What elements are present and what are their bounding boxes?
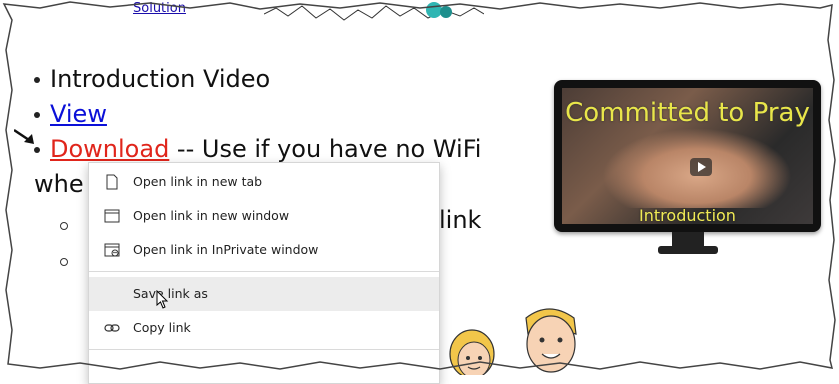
menu-item-label: Open link in new tab: [133, 174, 263, 189]
inprivate-window-icon: [104, 243, 120, 257]
document-page: Solution Introduction Video View Downloa…: [14, 0, 829, 384]
sub-bullet: [60, 222, 68, 230]
cartoon-people-image: [449, 308, 577, 375]
when-text: whe: [34, 170, 84, 198]
new-window-icon: [104, 209, 120, 223]
menu-item-label: Save link as: [133, 286, 208, 301]
context-menu: Open link in new tab Open link in new wi…: [88, 162, 440, 384]
video-thumbnail[interactable]: Committed to Pray Introduction: [554, 80, 821, 258]
intro-video-text: Introduction Video: [50, 65, 271, 93]
download-link[interactable]: Download: [50, 135, 169, 163]
menu-item-label: Open link in InPrivate window: [133, 242, 319, 257]
menu-separator: [89, 271, 439, 272]
monitor-screen: Committed to Pray Introduction: [554, 80, 821, 232]
sub-bullet: [60, 258, 68, 266]
menu-separator: [89, 349, 439, 350]
view-link[interactable]: View: [50, 100, 107, 128]
menu-item-open-new-window[interactable]: Open link in new window: [89, 199, 439, 233]
list-item-intro-video: Introduction Video: [34, 62, 481, 97]
list-item-view: View: [34, 97, 481, 132]
banner-decoration: [264, 2, 484, 21]
play-icon[interactable]: [690, 158, 712, 176]
menu-item-open-inprivate[interactable]: Open link in InPrivate window: [89, 233, 439, 267]
menu-item-open-new-tab[interactable]: Open link in new tab: [89, 165, 439, 199]
video-frame: Committed to Pray Introduction: [562, 88, 813, 224]
menu-item-copy-link[interactable]: Copy link: [89, 311, 439, 345]
new-tab-icon: [106, 174, 118, 190]
menu-item-save-link-as[interactable]: Save link as: [89, 277, 439, 311]
video-subtitle: Introduction: [639, 206, 736, 224]
menu-item-label: Open link in new window: [133, 208, 290, 223]
solution-link[interactable]: Solution: [133, 2, 186, 16]
mouse-cursor-icon: [156, 290, 169, 309]
sub-link-text: link: [439, 206, 482, 234]
menu-item-label: Copy link: [133, 320, 191, 335]
download-note: -- Use if you have no WiFi: [169, 135, 482, 163]
video-title: Committed to Pray: [565, 98, 810, 128]
link-icon: [104, 324, 120, 332]
monitor-base: [658, 246, 718, 254]
